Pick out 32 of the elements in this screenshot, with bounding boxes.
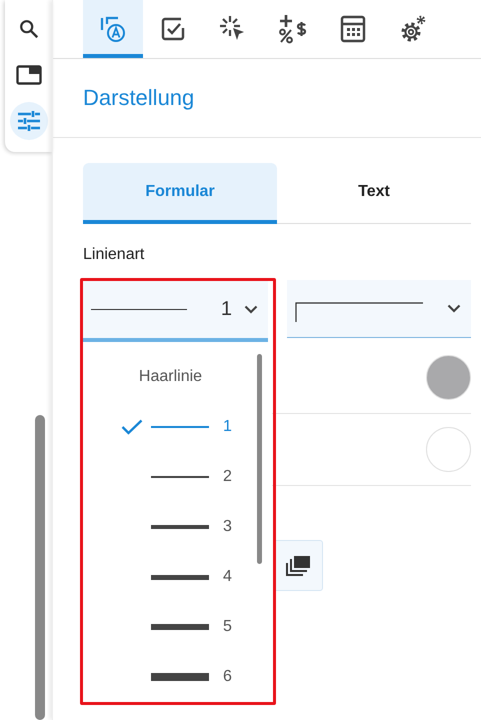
scrollbar-thumb[interactable] bbox=[257, 354, 262, 564]
dropdown-option[interactable]: Haarlinie bbox=[83, 352, 268, 402]
chevron-down-icon bbox=[244, 304, 258, 314]
calculator-icon bbox=[340, 15, 366, 43]
line-weight-dropdown[interactable]: 1 bbox=[83, 280, 268, 342]
color-swatch[interactable] bbox=[426, 427, 471, 472]
field-label: Linienart bbox=[83, 246, 146, 265]
dropdown-option[interactable]: 4 bbox=[83, 552, 268, 602]
scrollbar-thumb[interactable] bbox=[35, 415, 45, 720]
dropdown-option[interactable]: 2 bbox=[83, 452, 268, 502]
stacked-windows-icon bbox=[285, 554, 311, 576]
shape-letter-icon bbox=[99, 15, 127, 43]
line-sample bbox=[151, 476, 209, 478]
color-swatch[interactable] bbox=[426, 355, 471, 400]
dropdown-option[interactable]: 6 bbox=[83, 652, 268, 702]
overlap-button[interactable] bbox=[273, 540, 323, 591]
dropdown-option[interactable]: 5 bbox=[83, 602, 268, 652]
sliders-icon[interactable] bbox=[10, 102, 48, 140]
line-sample bbox=[151, 426, 209, 428]
checkmark-icon bbox=[121, 419, 143, 435]
line-sample bbox=[151, 525, 209, 529]
chevron-down-icon bbox=[447, 304, 461, 313]
gears-icon bbox=[399, 14, 427, 44]
checkbox-icon bbox=[160, 16, 186, 42]
line-sample bbox=[151, 673, 209, 681]
plus-percent-dollar-icon bbox=[278, 14, 308, 44]
dropdown-option[interactable]: 1 bbox=[83, 402, 268, 452]
line-sample bbox=[151, 574, 209, 580]
section-title: Darstellung bbox=[53, 59, 481, 138]
dropdown-option[interactable]: 3 bbox=[83, 502, 268, 552]
line-sample bbox=[151, 624, 209, 630]
tab[interactable]: Text bbox=[277, 163, 471, 224]
